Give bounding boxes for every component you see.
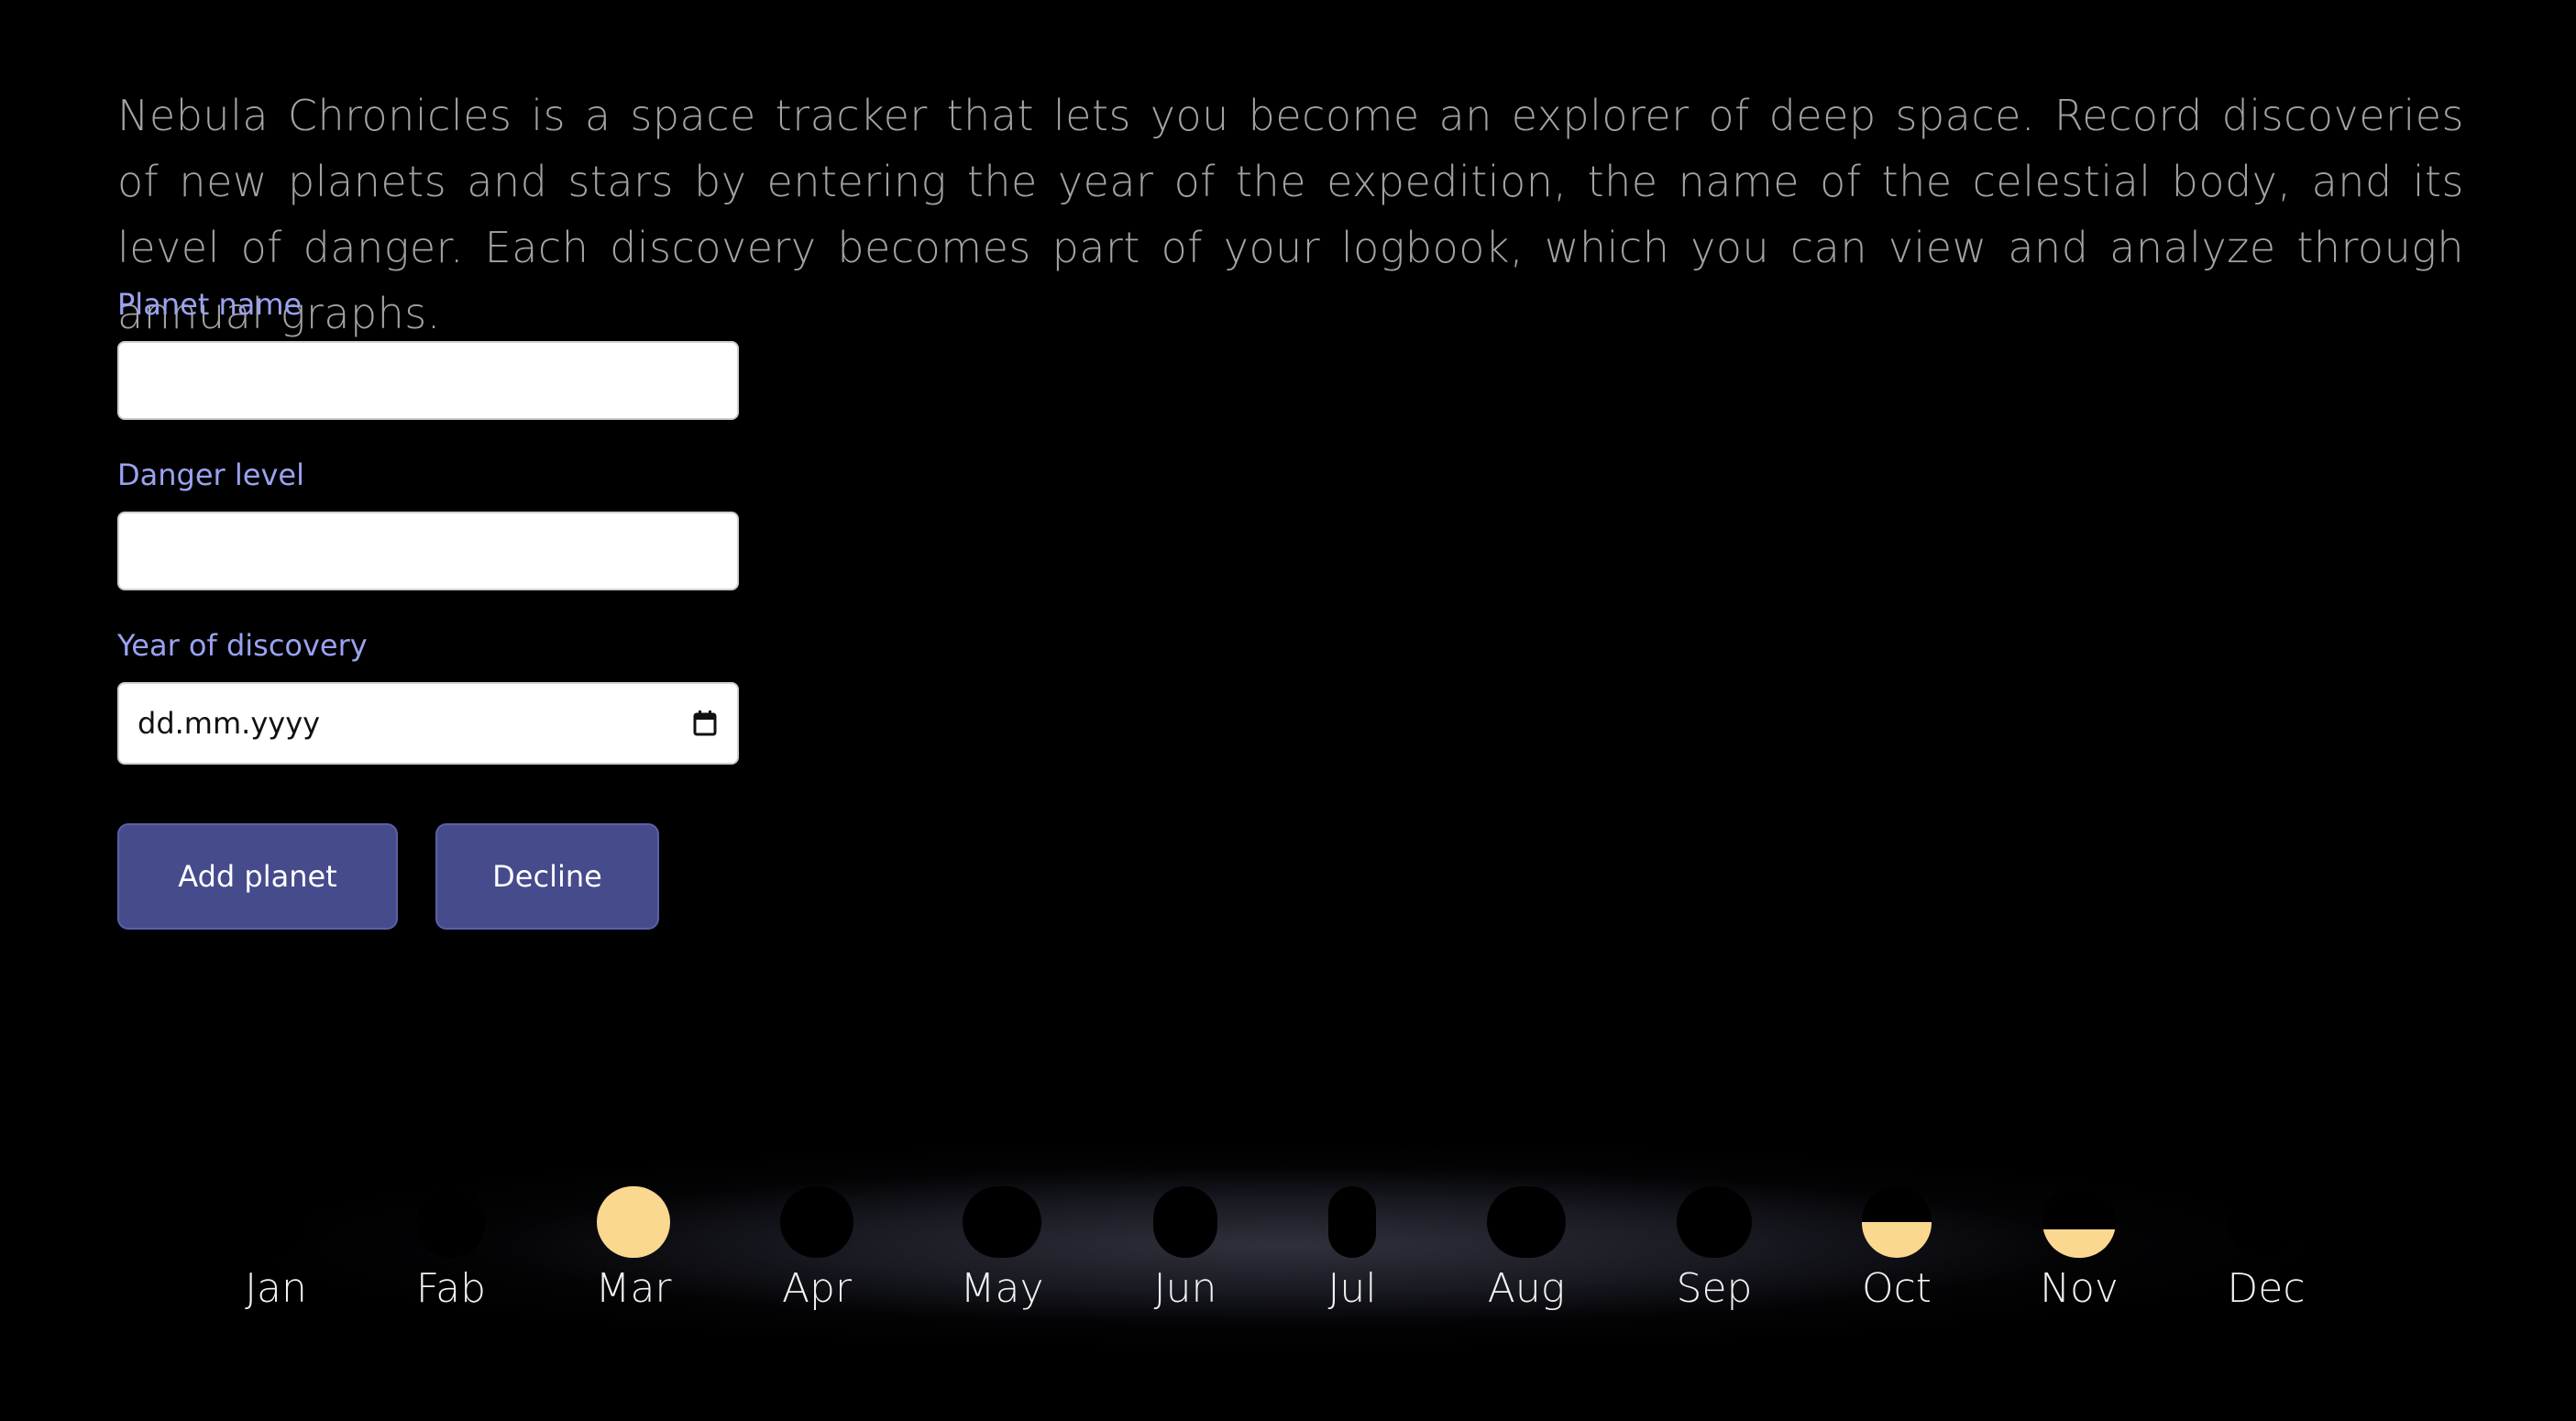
month-indicator: [963, 1186, 1041, 1258]
month-label: Oct: [1861, 1265, 1932, 1312]
month-indicator: [1153, 1186, 1217, 1258]
planet-form: Planet name Danger level Year of discove…: [117, 284, 739, 765]
planet-name-label: Planet name: [117, 287, 303, 322]
decline-button: Decline: [435, 823, 659, 930]
month-indicator: [1328, 1186, 1376, 1258]
month-indicator: [417, 1186, 485, 1258]
month-label: May: [960, 1265, 1044, 1312]
month-indicator: [1487, 1186, 1566, 1258]
month-label: Jul: [1327, 1265, 1377, 1312]
annual-discovery-graph: Jan Fab Mar Apr May Jun Jul Aug Sep Oct Nov Dec: [183, 1100, 2383, 1375]
danger-level-input[interactable]: [117, 512, 739, 590]
month-indicator: [1862, 1186, 1932, 1258]
month-label: Nov: [2040, 1265, 2119, 1312]
month-indicator: [2042, 1186, 2116, 1258]
planet-name-input[interactable]: [117, 341, 739, 420]
month-label: Aug: [1487, 1265, 1566, 1312]
month-label: Sep: [1676, 1265, 1753, 1312]
month-label: Mar: [595, 1265, 672, 1312]
page: Nebula Chronicles is a space tracker tha…: [0, 0, 2576, 1421]
month-fill: [597, 1186, 670, 1258]
month-indicator: [245, 1186, 307, 1258]
date-placeholder: dd.mm.yyyy: [138, 706, 321, 741]
month-label: Dec: [2227, 1265, 2306, 1312]
month-fill: [1862, 1222, 1932, 1258]
month-indicator: [597, 1186, 670, 1258]
year-of-discovery-input[interactable]: dd.mm.yyyy: [117, 682, 739, 765]
month-label: Fab: [415, 1265, 487, 1312]
month-indicator: [1677, 1186, 1752, 1258]
month-fill: [2042, 1228, 2116, 1258]
add-planet-button[interactable]: Add planet: [117, 823, 398, 930]
month-indicator: [2228, 1186, 2305, 1258]
month-label: Jan: [245, 1265, 307, 1312]
month-indicator: [780, 1186, 853, 1258]
month-label: Apr: [781, 1265, 853, 1312]
year-of-discovery-label: Year of discovery: [117, 628, 368, 663]
month-label: Jun: [1153, 1265, 1217, 1312]
calendar-icon[interactable]: [693, 710, 717, 736]
danger-level-label: Danger level: [117, 457, 304, 492]
